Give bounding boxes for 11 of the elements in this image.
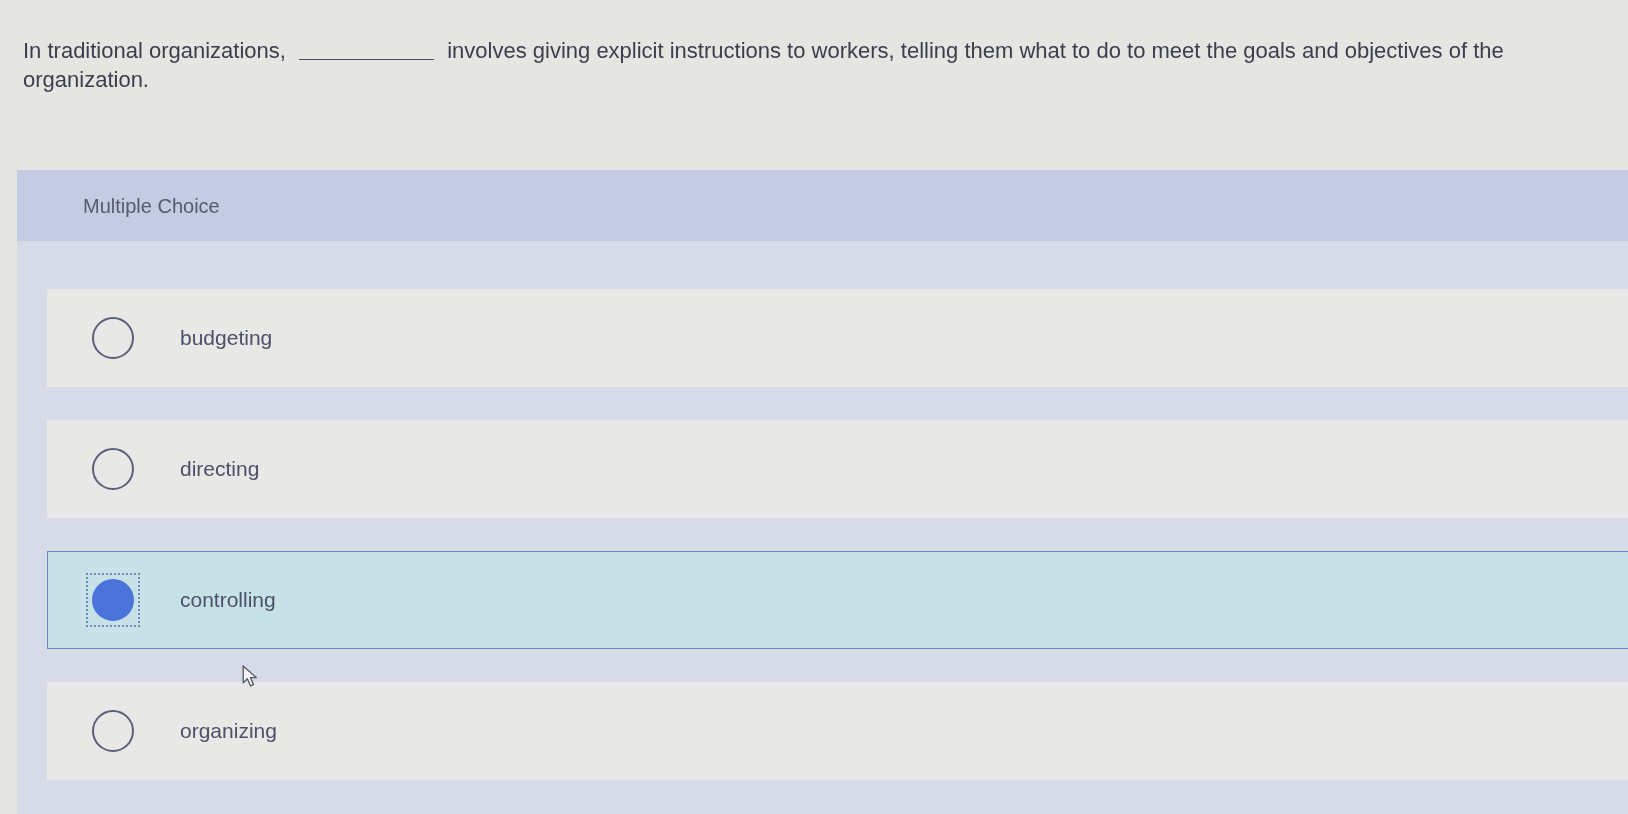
question-type-label: Multiple Choice — [83, 193, 220, 219]
answer-option[interactable]: organizing — [47, 682, 1628, 780]
question-text: In traditional organizations, involves giving explicit instructions to workers, telling them what to do to meet the goals and objectives of the organization. — [22, 37, 1505, 94]
radio-button[interactable] — [92, 448, 134, 490]
answer-option[interactable]: budgeting — [47, 289, 1628, 387]
pointer-cursor-icon — [242, 665, 258, 687]
radio-button[interactable] — [92, 317, 134, 359]
answer-option[interactable]: controlling — [47, 551, 1628, 649]
radio-button[interactable] — [92, 579, 134, 621]
answer-option[interactable]: directing — [47, 420, 1628, 518]
radio-button[interactable] — [92, 710, 134, 752]
